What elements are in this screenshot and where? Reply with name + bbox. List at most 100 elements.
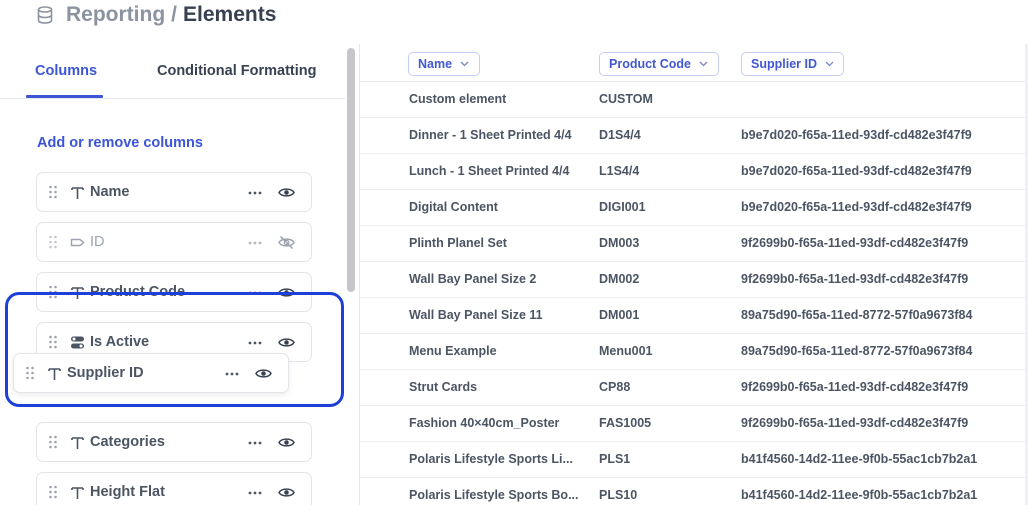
- breadcrumb: Reporting / Elements: [66, 2, 276, 28]
- cell-name: Menu Example: [409, 344, 497, 358]
- cell-name: Polaris Lifestyle Sports Bo...: [409, 488, 579, 502]
- cell-name: Custom element: [409, 92, 507, 106]
- column-item-height-flat[interactable]: Height Flat: [36, 472, 312, 505]
- table-row[interactable]: Menu Example Menu001 89a75d90-f65a-11ed-…: [360, 334, 1028, 370]
- scrollbar-thumb[interactable]: [347, 48, 355, 292]
- eye-off-icon[interactable]: [278, 235, 295, 250]
- drag-handle-icon[interactable]: [26, 366, 34, 380]
- text-type-icon: [48, 368, 61, 380]
- cell-product-code: DM001: [599, 308, 640, 322]
- column-item-label: Name: [90, 184, 130, 200]
- page-header: Reporting / Elements: [0, 0, 1028, 44]
- table-row[interactable]: Dinner - 1 Sheet Printed 4/4 D1S4/4 b9e7…: [360, 118, 1028, 154]
- drag-handle-icon[interactable]: [49, 485, 57, 499]
- more-options-icon[interactable]: [247, 485, 263, 501]
- cell-name: Lunch - 1 Sheet Printed 4/4: [409, 164, 570, 178]
- cell-name: Digital Content: [409, 200, 498, 214]
- table-row[interactable]: Polaris Lifestyle Sports Bo... PLS10 b41…: [360, 478, 1028, 505]
- column-header-supplier-id[interactable]: Supplier ID: [741, 52, 844, 76]
- cell-supplier-id: 89a75d90-f65a-11ed-8772-57f0a9673f84: [741, 308, 973, 322]
- column-item-label: Height Flat: [90, 484, 165, 500]
- more-options-icon[interactable]: [247, 235, 263, 251]
- cell-product-code: CUSTOM: [599, 92, 653, 106]
- cell-product-code: DIGI001: [599, 200, 646, 214]
- column-item-label: Supplier ID: [67, 365, 144, 381]
- more-options-icon[interactable]: [247, 185, 263, 201]
- cell-supplier-id: b9e7d020-f65a-11ed-93df-cd482e3f47f9: [741, 200, 972, 214]
- cell-name: Wall Bay Panel Size 11: [409, 308, 543, 322]
- cell-supplier-id: 89a75d90-f65a-11ed-8772-57f0a9673f84: [741, 344, 973, 358]
- chevron-down-icon: [825, 61, 834, 67]
- table-row[interactable]: Wall Bay Panel Size 11 DM001 89a75d90-f6…: [360, 298, 1028, 334]
- column-header-name[interactable]: Name: [408, 52, 480, 76]
- panel-tabs: Columns Conditional Formatting: [0, 44, 345, 99]
- cell-supplier-id: 9f2699b0-f65a-11ed-93df-cd482e3f47f9: [741, 380, 969, 394]
- table-row[interactable]: Custom element CUSTOM: [360, 82, 1028, 118]
- grid-header: Name Product Code Supplier ID: [360, 44, 1028, 82]
- table-row[interactable]: Strut Cards CP88 9f2699b0-f65a-11ed-93df…: [360, 370, 1028, 406]
- eye-icon[interactable]: [278, 435, 295, 450]
- drag-handle-icon[interactable]: [49, 435, 57, 449]
- table-row[interactable]: Fashion 40×40cm_Poster FAS1005 9f2699b0-…: [360, 406, 1028, 442]
- tab-columns[interactable]: Columns: [35, 63, 97, 79]
- eye-icon[interactable]: [278, 185, 295, 200]
- add-remove-columns-link[interactable]: Add or remove columns: [37, 135, 203, 151]
- eye-icon[interactable]: [255, 366, 272, 381]
- breadcrumb-parent[interactable]: Reporting: [66, 3, 165, 26]
- table-row[interactable]: Wall Bay Panel Size 2 DM002 9f2699b0-f65…: [360, 262, 1028, 298]
- data-grid: Name Product Code Supplier ID Custom ele…: [360, 44, 1028, 505]
- database-icon: [37, 6, 53, 24]
- cell-supplier-id: b41f4560-14d2-11ee-9f0b-55ac1cb7b2a1: [741, 488, 978, 502]
- column-item-name[interactable]: Name: [36, 172, 312, 212]
- column-header-label: Product Code: [609, 57, 691, 71]
- cell-product-code: D1S4/4: [599, 128, 641, 142]
- chevron-down-icon: [699, 61, 708, 67]
- cell-product-code: PLS10: [599, 488, 638, 502]
- cell-supplier-id: b9e7d020-f65a-11ed-93df-cd482e3f47f9: [741, 164, 972, 178]
- column-item-supplier-id-dragging[interactable]: Supplier ID: [13, 353, 289, 393]
- cell-supplier-id: b41f4560-14d2-11ee-9f0b-55ac1cb7b2a1: [741, 452, 978, 466]
- table-row[interactable]: Plinth Planel Set DM003 9f2699b0-f65a-11…: [360, 226, 1028, 262]
- cell-supplier-id: b9e7d020-f65a-11ed-93df-cd482e3f47f9: [741, 128, 972, 142]
- column-item-categories[interactable]: Categories: [36, 422, 312, 462]
- table-row[interactable]: Digital Content DIGI001 b9e7d020-f65a-11…: [360, 190, 1028, 226]
- table-row[interactable]: Polaris Lifestyle Sports Li... PLS1 b41f…: [360, 442, 1028, 478]
- cell-name: Plinth Planel Set: [409, 236, 507, 250]
- drag-handle-icon[interactable]: [49, 235, 57, 249]
- cell-product-code: PLS1: [599, 452, 631, 466]
- cell-name: Polaris Lifestyle Sports Li...: [409, 452, 573, 466]
- text-type-icon: [71, 487, 84, 499]
- cell-product-code: L1S4/4: [599, 164, 640, 178]
- cell-product-code: DM003: [599, 236, 640, 250]
- cell-name: Wall Bay Panel Size 2: [409, 272, 537, 286]
- table-row[interactable]: Lunch - 1 Sheet Printed 4/4 L1S4/4 b9e7d…: [360, 154, 1028, 190]
- active-tab-indicator: [26, 95, 103, 98]
- cell-supplier-id: 9f2699b0-f65a-11ed-93df-cd482e3f47f9: [741, 416, 969, 430]
- cell-product-code: FAS1005: [599, 416, 652, 430]
- drag-handle-icon[interactable]: [49, 185, 57, 199]
- column-item-id[interactable]: ID: [36, 222, 312, 262]
- breadcrumb-separator: /: [171, 3, 177, 26]
- column-header-product-code[interactable]: Product Code: [599, 52, 719, 76]
- eye-icon[interactable]: [278, 485, 295, 500]
- page-title: Elements: [183, 3, 277, 26]
- cell-name: Dinner - 1 Sheet Printed 4/4: [409, 128, 572, 142]
- text-type-icon: [71, 187, 84, 199]
- column-item-label: Categories: [90, 434, 165, 450]
- tab-conditional-formatting[interactable]: Conditional Formatting: [157, 63, 316, 79]
- cell-name: Strut Cards: [409, 380, 478, 394]
- chevron-down-icon: [460, 61, 469, 67]
- more-options-icon[interactable]: [224, 366, 240, 382]
- cell-product-code: DM002: [599, 272, 640, 286]
- columns-panel: Columns Conditional Formatting Add or re…: [0, 44, 360, 505]
- column-item-label: ID: [90, 234, 105, 250]
- tag-icon: [70, 238, 85, 247]
- column-header-label: Name: [418, 57, 453, 71]
- cell-product-code: CP88: [599, 380, 631, 394]
- more-options-icon[interactable]: [247, 435, 263, 451]
- cell-supplier-id: 9f2699b0-f65a-11ed-93df-cd482e3f47f9: [741, 272, 969, 286]
- panel-scrollbar[interactable]: [346, 48, 356, 505]
- cell-name: Fashion 40×40cm_Poster: [409, 416, 560, 430]
- column-header-label: Supplier ID: [751, 57, 817, 71]
- cell-product-code: Menu001: [599, 344, 653, 358]
